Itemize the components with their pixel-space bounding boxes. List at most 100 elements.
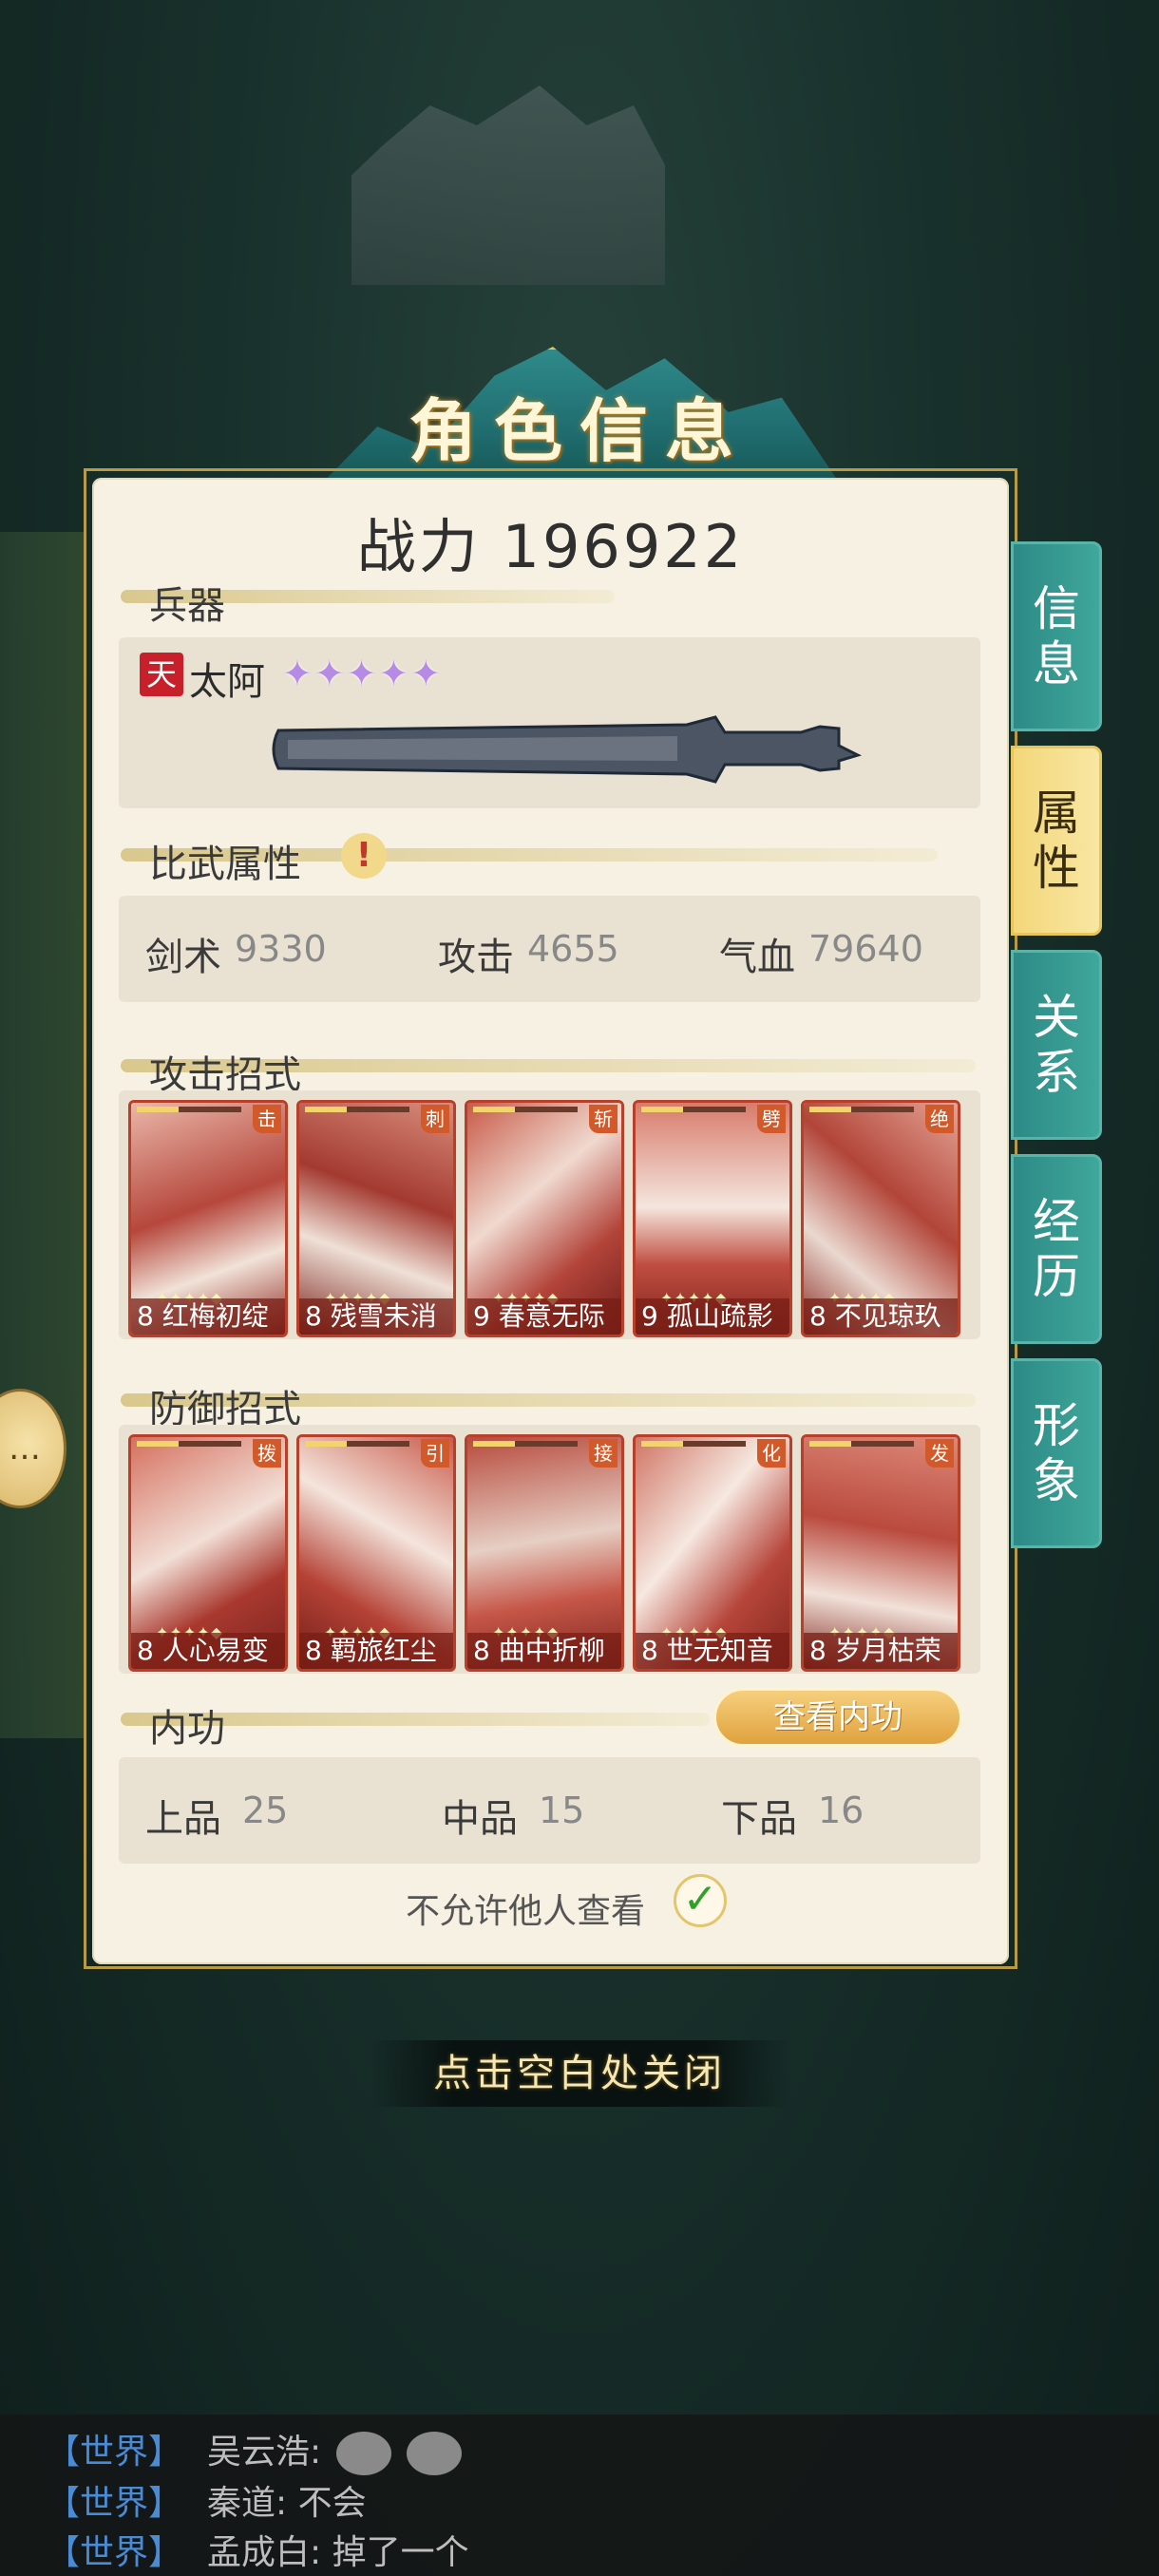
card-level: 8 <box>305 1635 322 1666</box>
card-name: 红梅初绽 <box>162 1300 269 1332</box>
sword-image <box>272 715 863 784</box>
move-card[interactable]: 引 ✦✦✦✦◆ 8 羁旅红尘 <box>296 1434 456 1672</box>
tab-relations[interactable]: 关 系 <box>1011 950 1102 1140</box>
tab-label: 性 <box>1033 841 1080 896</box>
card-caption: 8 人心易变 <box>131 1633 285 1669</box>
tab-label: 历 <box>1033 1249 1080 1304</box>
view-neigong-button[interactable]: 查看内功 <box>713 1688 962 1747</box>
chat-line: 【世界】 吴云浩: <box>46 2424 463 2475</box>
chat-sender: 孟成白: <box>207 2533 322 2572</box>
move-card[interactable]: 斩 ✦✦✦✦◆ 9 春意无际 <box>465 1100 624 1337</box>
tab-history[interactable]: 经 历 <box>1011 1154 1102 1344</box>
chat-text: 掉了一个 <box>332 2533 469 2572</box>
chat-text: 不会 <box>297 2484 367 2523</box>
card-level-bar <box>641 1107 746 1112</box>
neigong-label-top: 上品 <box>145 1797 221 1841</box>
card-caption: 8 红梅初绽 <box>131 1298 285 1335</box>
combat-section-title: 比武属性 <box>149 843 301 886</box>
card-caption: 9 孤山疏影 <box>636 1298 789 1335</box>
chat-channel: 【世界】 <box>46 2433 183 2472</box>
tab-info[interactable]: 信 息 <box>1011 541 1102 731</box>
neigong-section-title: 内功 <box>149 1707 225 1751</box>
move-card[interactable]: 击 ✦✦✦✦◆ 8 红梅初绽 <box>128 1100 288 1337</box>
card-caption: 9 春意无际 <box>467 1298 621 1335</box>
card-caption: 8 不见琼玖 <box>804 1298 958 1335</box>
card-name: 岁月枯荣 <box>834 1635 941 1666</box>
card-name: 曲中折柳 <box>498 1635 605 1666</box>
tab-appearance[interactable]: 形 象 <box>1011 1358 1102 1548</box>
card-type-badge: 击 <box>253 1105 281 1133</box>
stat-label-attack: 攻击 <box>438 936 514 979</box>
privacy-checkbox[interactable]: ✓ <box>674 1874 727 1927</box>
card-level: 9 <box>473 1300 490 1332</box>
card-caption: 8 岁月枯荣 <box>804 1633 958 1669</box>
weapon-tier-badge: 天 <box>140 653 183 696</box>
card-level: 8 <box>305 1300 322 1332</box>
card-caption: 8 羁旅红尘 <box>299 1633 453 1669</box>
privacy-label: 不允许他人查看 <box>406 1892 646 1931</box>
tab-label: 息 <box>1033 636 1080 691</box>
card-level: 8 <box>809 1635 826 1666</box>
tab-label: 属 <box>1033 786 1080 841</box>
info-alert-icon[interactable]: ! <box>341 833 387 879</box>
card-level-bar <box>473 1107 578 1112</box>
card-level: 8 <box>137 1300 154 1332</box>
card-level-bar <box>137 1441 241 1447</box>
card-type-badge: 刺 <box>421 1105 449 1133</box>
card-level-bar <box>641 1441 746 1447</box>
chat-channel: 【世界】 <box>46 2484 183 2523</box>
card-name: 羁旅红尘 <box>330 1635 437 1666</box>
card-type-badge: 发 <box>925 1439 954 1468</box>
card-name: 人心易变 <box>162 1635 269 1666</box>
combat-power: 战力 196922 <box>356 512 745 581</box>
neigong-value-low: 16 <box>818 1790 864 1831</box>
chat-sender: 秦道: <box>207 2484 288 2523</box>
tab-label: 形 <box>1033 1398 1080 1453</box>
chat-channel: 【世界】 <box>46 2533 183 2572</box>
neigong-value-mid: 15 <box>539 1790 585 1831</box>
card-level-bar <box>809 1441 914 1447</box>
move-card[interactable]: 化 ✦✦✦✦◆ 8 世无知音 <box>633 1434 792 1672</box>
move-card[interactable]: 发 ✦✦✦✦◆ 8 岁月枯荣 <box>801 1434 960 1672</box>
stat-label-sword: 剑术 <box>145 936 221 979</box>
card-type-badge: 引 <box>421 1439 449 1468</box>
card-level: 8 <box>641 1635 658 1666</box>
move-card[interactable]: 劈 ✦✦✦✦◆ 9 孤山疏影 <box>633 1100 792 1337</box>
stat-label-hp: 气血 <box>719 936 795 979</box>
card-level: 8 <box>137 1635 154 1666</box>
stat-value-attack: 4655 <box>527 928 619 970</box>
neigong-label-mid: 中品 <box>442 1797 518 1841</box>
character-info-panel: 战力 196922 兵器 天 太阿 ✦✦✦✦✦ 比武属性 ! 剑术 9330 攻… <box>92 478 1009 1964</box>
card-type-badge: 接 <box>589 1439 618 1468</box>
card-type-badge: 化 <box>757 1439 786 1468</box>
neigong-stats-box: 上品 25 中品 15 下品 16 <box>119 1757 980 1864</box>
panel-title: 角色信息 <box>408 390 750 471</box>
close-hint[interactable]: 点击空白处关闭 <box>370 2040 788 2107</box>
move-card[interactable]: 刺 ✦✦✦✦◆ 8 残雪未消 <box>296 1100 456 1337</box>
weapon-box[interactable]: 天 太阿 ✦✦✦✦✦ <box>119 637 980 808</box>
stat-value-hp: 79640 <box>808 928 923 970</box>
tab-label: 关 <box>1033 990 1080 1045</box>
chat-sender: 吴云浩: <box>207 2433 322 2472</box>
card-level-bar <box>809 1107 914 1112</box>
combat-stats-box: 剑术 9330 攻击 4655 气血 79640 <box>119 896 980 1002</box>
weapon-section-title: 兵器 <box>149 584 225 628</box>
attack-moves-box: 击 ✦✦✦✦◆ 8 红梅初绽 刺 ✦✦✦✦◆ 8 残雪未消 斩 ✦✦✦✦◆ 9 … <box>119 1090 980 1339</box>
card-level: 8 <box>809 1300 826 1332</box>
card-name: 残雪未消 <box>330 1300 437 1332</box>
neigong-value-top: 25 <box>242 1790 289 1831</box>
weapon-stars: ✦✦✦✦✦ <box>282 653 444 694</box>
background-garden <box>0 532 86 1738</box>
move-card[interactable]: 拨 ✦✦✦✦◆ 8 人心易变 <box>128 1434 288 1672</box>
chat-line: 【世界】 秦道: 不会 <box>46 2475 367 2525</box>
move-card[interactable]: 接 ✦✦✦✦◆ 8 曲中折柳 <box>465 1434 624 1672</box>
card-type-badge: 劈 <box>757 1105 786 1133</box>
chat-panel[interactable]: 【世界】 吴云浩: 【世界】 秦道: 不会 【世界】 孟成白: 掉了一个 <box>0 2415 1159 2576</box>
move-card[interactable]: 绝 ✦✦✦✦◆ 8 不见琼玖 <box>801 1100 960 1337</box>
tab-attributes[interactable]: 属 性 <box>1011 746 1102 936</box>
neigong-label-low: 下品 <box>721 1797 797 1841</box>
card-caption: 8 残雪未消 <box>299 1298 453 1335</box>
card-level-bar <box>305 1107 409 1112</box>
panel-header: 角色信息 <box>276 337 884 492</box>
chat-line: 【世界】 孟成白: 掉了一个 <box>46 2525 469 2574</box>
